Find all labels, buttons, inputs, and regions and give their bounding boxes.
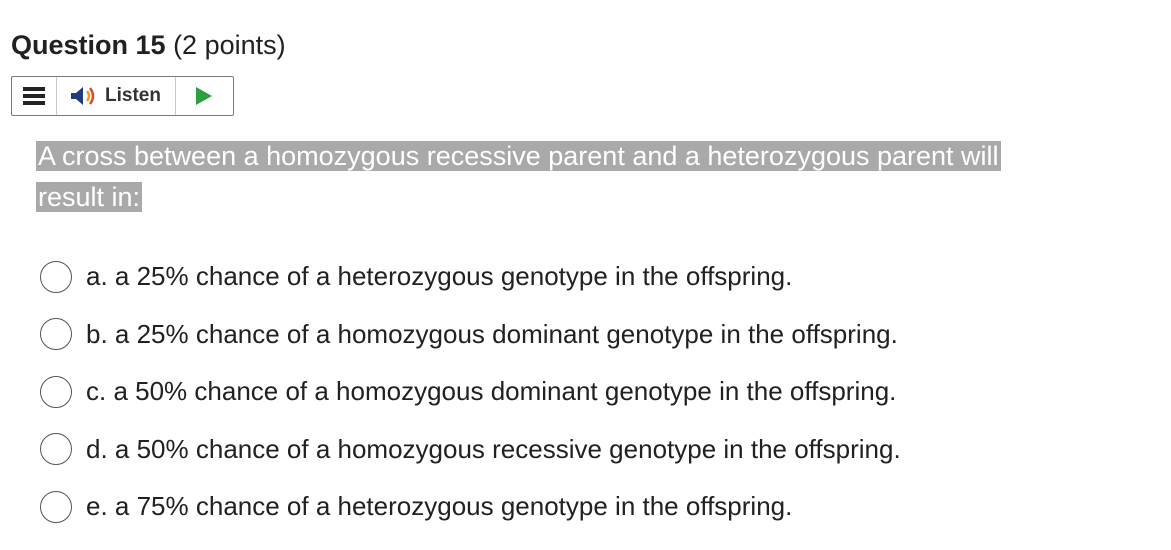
radio-button[interactable] bbox=[40, 433, 72, 466]
question-points: (2 points) bbox=[173, 30, 286, 60]
answer-option-e[interactable]: e. a 75% chance of a heterozygous genoty… bbox=[40, 478, 901, 536]
play-icon bbox=[196, 87, 213, 105]
answer-options: a. a 25% chance of a heterozygous genoty… bbox=[40, 248, 901, 536]
hamburger-menu-icon bbox=[23, 87, 45, 105]
option-label: c. a 50% chance of a homozygous dominant… bbox=[86, 376, 897, 407]
toolbar-menu-button[interactable] bbox=[12, 77, 56, 115]
radio-button[interactable] bbox=[40, 260, 72, 293]
answer-option-b[interactable]: b. a 25% chance of a homozygous dominant… bbox=[40, 306, 901, 364]
speaker-icon bbox=[71, 87, 95, 105]
answer-option-a[interactable]: a. a 25% chance of a heterozygous genoty… bbox=[40, 248, 901, 306]
radio-button[interactable] bbox=[40, 318, 72, 351]
play-button[interactable] bbox=[176, 77, 233, 115]
answer-option-c[interactable]: c. a 50% chance of a homozygous dominant… bbox=[40, 363, 901, 421]
question-title: Question 15 bbox=[11, 30, 166, 60]
option-label: e. a 75% chance of a heterozygous genoty… bbox=[86, 491, 793, 522]
question-header: Question 15 (2 points) bbox=[11, 28, 286, 62]
listen-label: Listen bbox=[105, 85, 161, 106]
option-label: a. a 25% chance of a heterozygous genoty… bbox=[86, 261, 793, 292]
answer-option-d[interactable]: d. a 50% chance of a homozygous recessiv… bbox=[40, 421, 901, 479]
listen-toolbar: Listen bbox=[11, 76, 234, 116]
option-label: b. a 25% chance of a homozygous dominant… bbox=[86, 318, 898, 349]
radio-button[interactable] bbox=[40, 490, 72, 523]
prompt-line-2: result in: bbox=[36, 182, 143, 212]
question-prompt: A cross between a homozygous recessive p… bbox=[36, 136, 1066, 218]
prompt-line-1: A cross between a homozygous recessive p… bbox=[36, 141, 1001, 171]
listen-button[interactable]: Listen bbox=[56, 77, 176, 115]
radio-button[interactable] bbox=[40, 375, 72, 408]
option-label: d. a 50% chance of a homozygous recessiv… bbox=[86, 433, 901, 464]
